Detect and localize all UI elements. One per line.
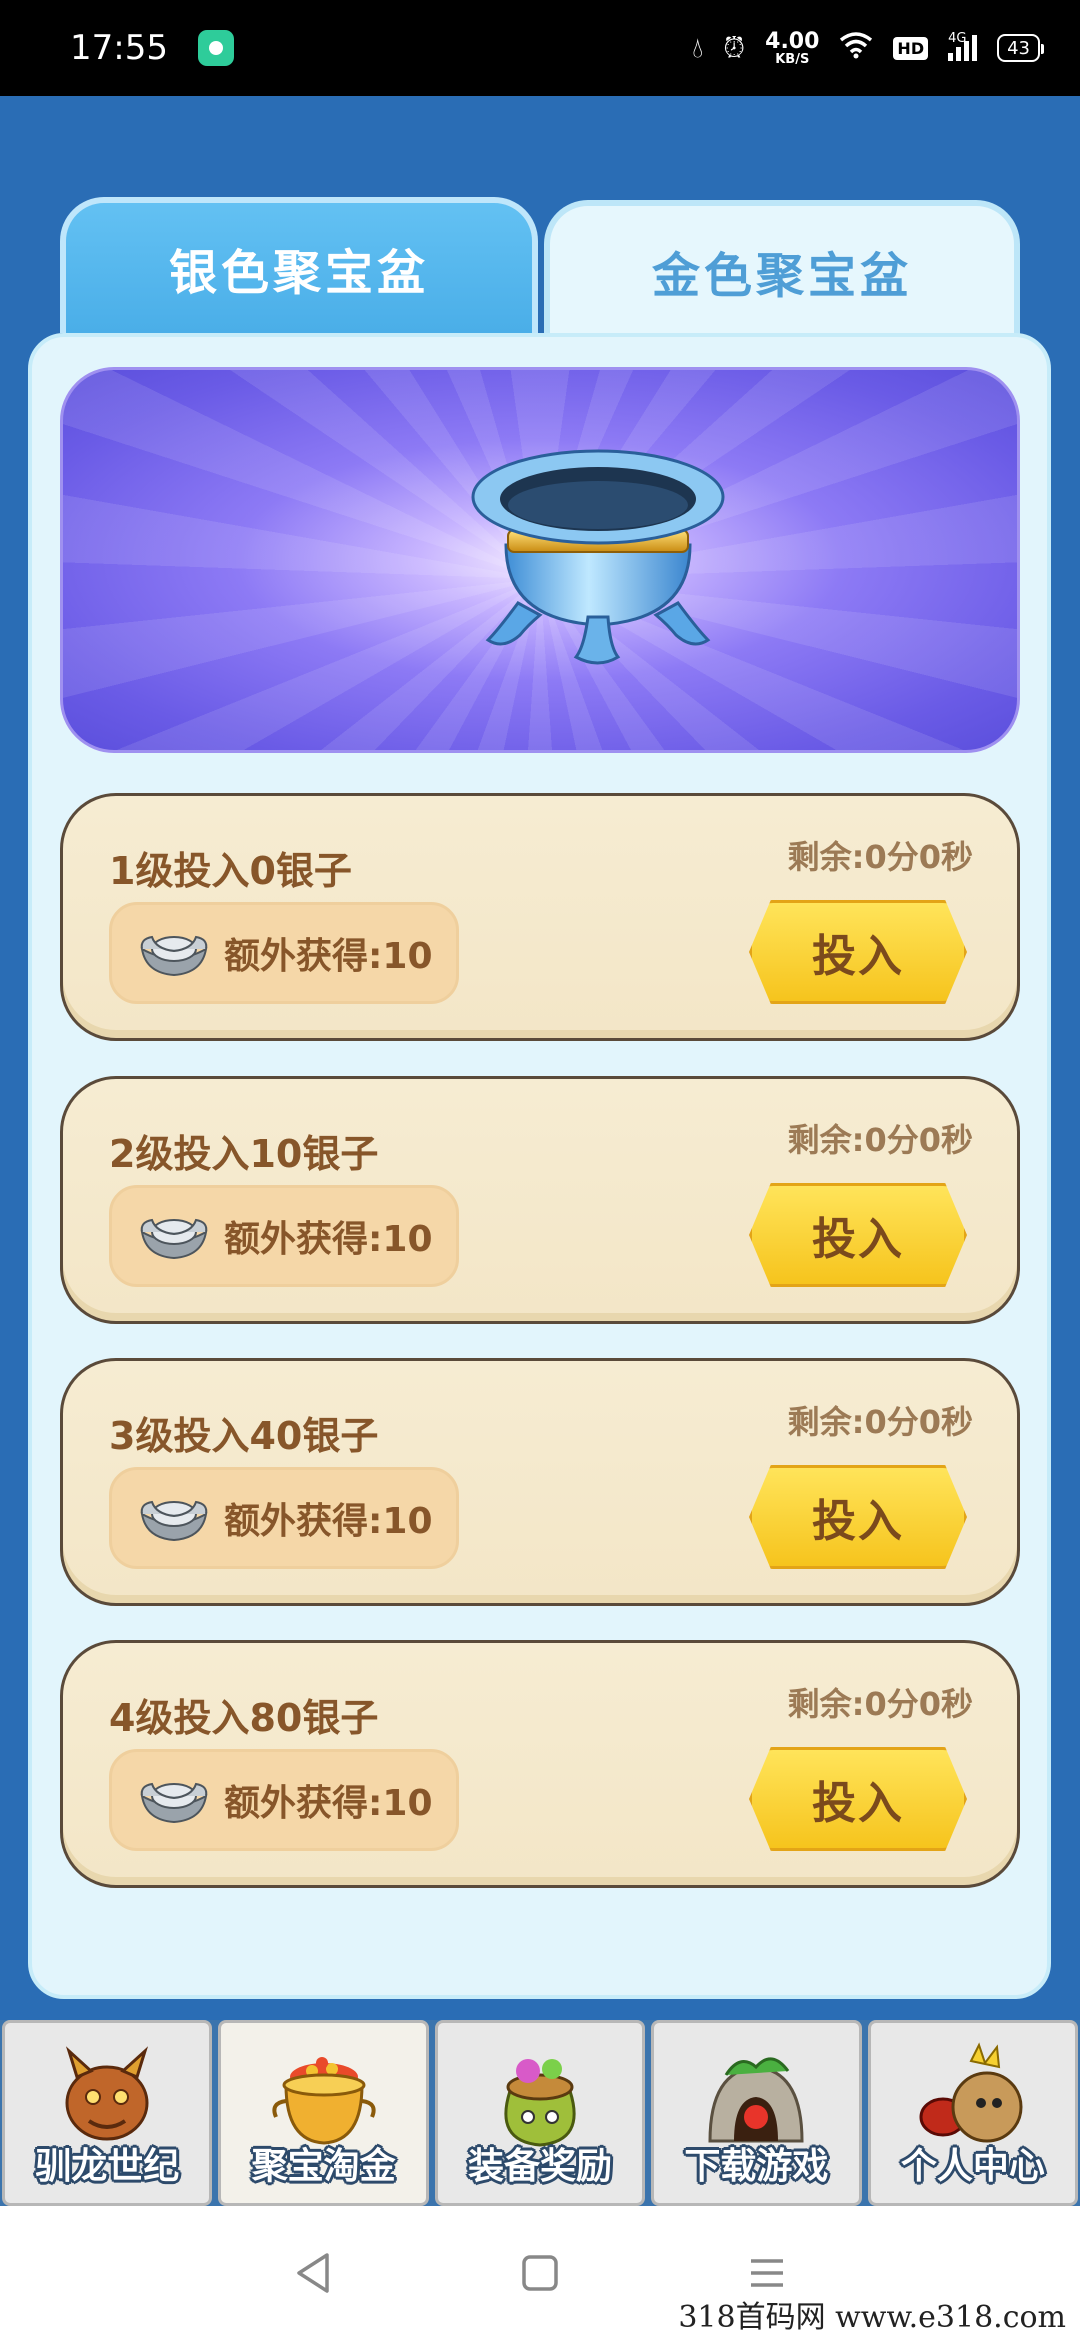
- remaining-time: 剩余:0分0秒: [787, 1121, 973, 1159]
- remaining-time: 剩余:0分0秒: [787, 1685, 973, 1723]
- nav-item-equipment-reward[interactable]: 装备奖励: [434, 2020, 646, 2206]
- nav-item-treasure-gold[interactable]: 聚宝淘金: [218, 2020, 429, 2206]
- app-notification-icon: [197, 30, 234, 66]
- invest-button[interactable]: 投入: [749, 1465, 967, 1569]
- alarm-icon: ⏰︎: [723, 31, 746, 64]
- treasure-pot-banner: [60, 367, 1020, 753]
- silver-ingot-icon: [140, 1218, 208, 1260]
- reward-bag-icon: [504, 2059, 576, 2147]
- remaining-time: 剩余:0分0秒: [787, 1403, 973, 1441]
- hd-badge: HD: [893, 36, 929, 60]
- silver-treasure-pot-icon: [471, 449, 725, 665]
- invest-row-level-4: 4级投入80银子 剩余:0分0秒 额外获得:10 投入: [60, 1640, 1020, 1888]
- nav-label: 下载游戏: [684, 2146, 829, 2187]
- back-icon[interactable]: [283, 2243, 343, 2303]
- bonus-text: 额外获得:10: [224, 1219, 433, 1260]
- gold-pot-icon: [271, 2057, 376, 2145]
- speed-unit: KB/S: [775, 51, 810, 67]
- bonus-text: 额外获得:10: [224, 1783, 433, 1824]
- silver-ingot-icon: [140, 1500, 208, 1542]
- bonus-text: 额外获得:10: [224, 936, 433, 977]
- tab-silver-treasure-pot[interactable]: 银色聚宝盆: [60, 197, 538, 333]
- battery-indicator: 43: [997, 34, 1044, 62]
- water-drop-icon: 💧︎: [692, 31, 704, 64]
- signal-icon: 4G: [948, 31, 978, 61]
- row-title: 1级投入0银子: [109, 849, 352, 893]
- speed-value: 4.00: [765, 28, 820, 54]
- nav-item-dragon-century[interactable]: 驯龙世纪: [2, 2020, 213, 2206]
- tab-gold-treasure-pot[interactable]: 金色聚宝盆: [544, 200, 1020, 336]
- home-icon[interactable]: [510, 2243, 570, 2303]
- status-bar: 17:55 💧︎ ⏰︎ 4.00 KB/S HD 4G 43: [0, 0, 1080, 96]
- invest-row-level-3: 3级投入40银子 剩余:0分0秒 额外获得:10 投入: [60, 1358, 1020, 1606]
- download-cave-icon: [708, 2057, 804, 2143]
- remaining-time: 剩余:0分0秒: [787, 838, 973, 876]
- invest-button[interactable]: 投入: [749, 1183, 967, 1287]
- silver-ingot-icon: [140, 935, 208, 977]
- watermark: 318首码网 www.e318.com: [678, 2300, 1066, 2335]
- invest-button[interactable]: 投入: [749, 1747, 967, 1851]
- nav-item-download-game[interactable]: 下载游戏: [651, 2020, 862, 2206]
- row-title: 3级投入40银子: [109, 1414, 379, 1458]
- nav-label: 装备奖励: [468, 2146, 613, 2187]
- invest-button[interactable]: 投入: [749, 900, 967, 1004]
- bonus-text: 额外获得:10: [224, 1501, 433, 1542]
- bonus-badge: 额外获得:10: [109, 1185, 459, 1287]
- silver-ingot-icon: [140, 1782, 208, 1824]
- nav-item-personal-center[interactable]: 个人中心: [867, 2020, 1079, 2206]
- dragon-icon: [65, 2046, 149, 2141]
- nav-label: 聚宝淘金: [251, 2146, 396, 2187]
- row-title: 2级投入10银子: [109, 1132, 379, 1176]
- nav-label: 个人中心: [900, 2146, 1045, 2187]
- network-speed: 4.00 KB/S: [765, 28, 820, 67]
- bottom-nav: 驯龙世纪 聚宝淘金 装备奖励 下载游戏 个人中心: [0, 2020, 1080, 2206]
- network-type: 4G: [948, 31, 967, 46]
- invest-row-level-2: 2级投入10银子 剩余:0分0秒 额外获得:10 投入: [60, 1076, 1020, 1324]
- invest-row-level-1: 1级投入0银子 剩余:0分0秒 额外获得:10 投入: [60, 793, 1020, 1041]
- bonus-badge: 额外获得:10: [109, 902, 459, 1004]
- wifi-icon: [839, 31, 873, 66]
- status-time: 17:55: [70, 28, 168, 68]
- bonus-badge: 额外获得:10: [109, 1467, 459, 1569]
- bonus-badge: 额外获得:10: [109, 1749, 459, 1851]
- profile-icon: [919, 2042, 1023, 2143]
- nav-label: 驯龙世纪: [35, 2146, 180, 2187]
- row-title: 4级投入80银子: [109, 1696, 379, 1740]
